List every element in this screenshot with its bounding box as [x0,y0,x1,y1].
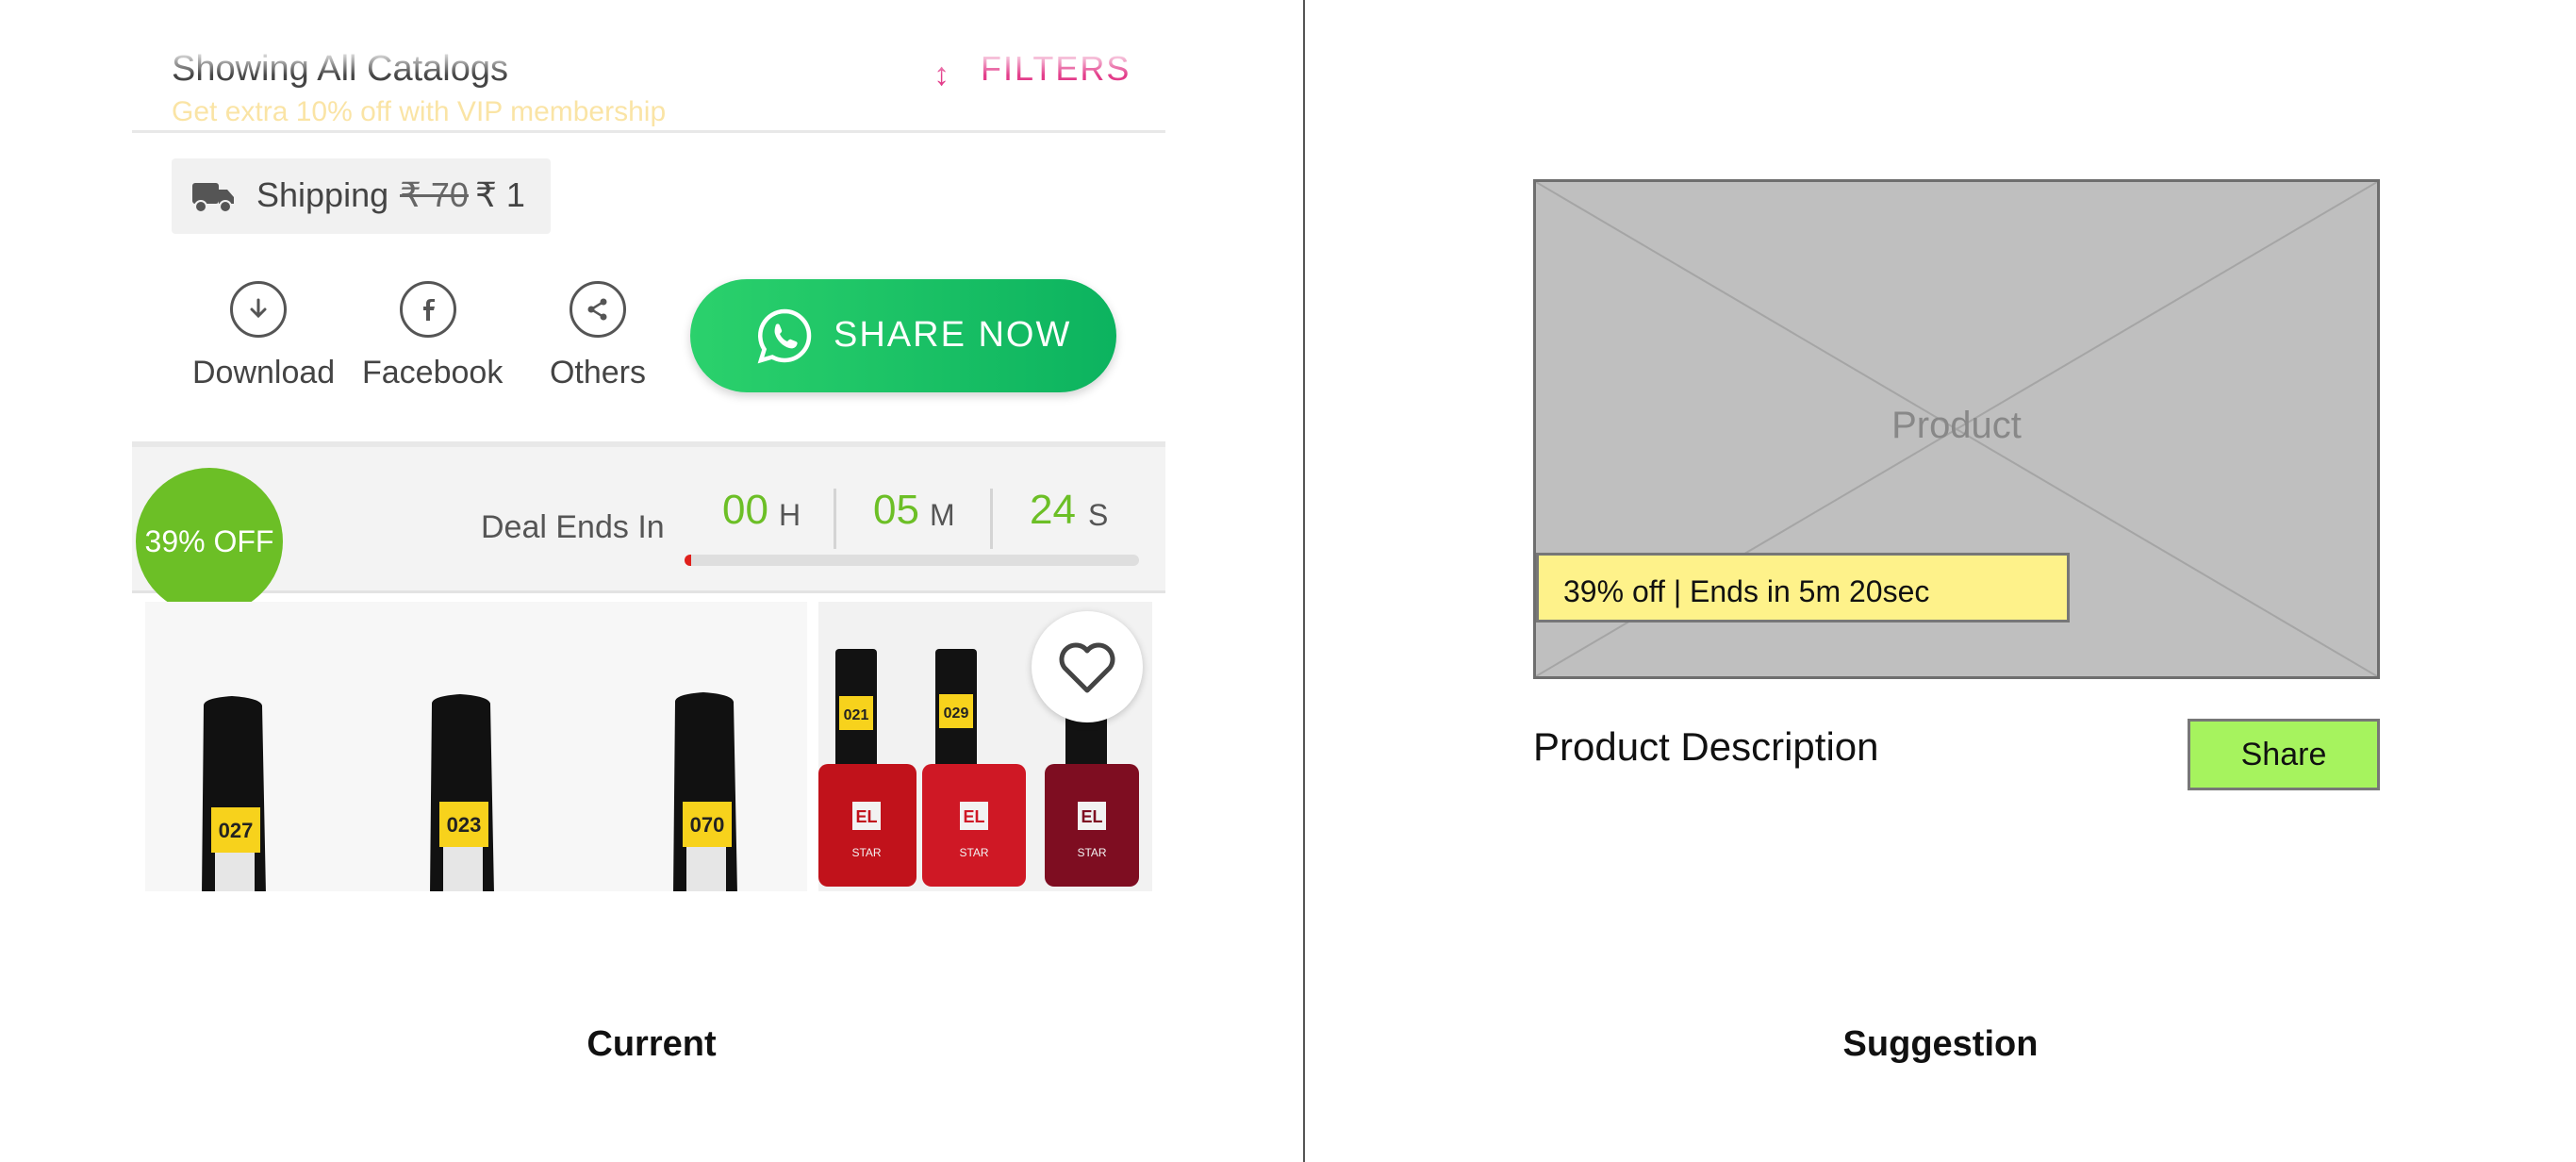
timer-minutes-unit: M [930,498,955,532]
product-image-main[interactable]: 027 023 070 [145,602,807,891]
facebook-button[interactable]: Facebook [362,281,504,391]
discount-badge: 39% OFF [136,468,283,615]
shipping-label: Shipping [256,175,389,214]
bottle-label-3: 070 [690,813,725,837]
share-icon [570,281,626,338]
timer-seconds-unit: S [1088,498,1109,532]
whatsapp-icon [757,308,812,364]
timer-hours-unit: H [779,498,801,532]
current-caption: Current [586,1024,717,1064]
deal-ends-label: Deal Ends In [481,509,665,545]
bottle-label-2: 023 [447,813,482,837]
deal-progress-track [685,555,1139,566]
bottle-label-1: 027 [219,819,254,842]
shipping-chip: Shipping ₹ 70 ₹ 1 [172,158,551,234]
others-label: Others [549,355,647,390]
share-now-label: SHARE NOW [834,315,1072,355]
timer-separator [990,489,993,549]
share-button[interactable]: Share [2188,719,2380,790]
product-description: Product Description [1533,724,1879,769]
wishlist-button[interactable] [1032,611,1143,722]
heart-icon [1059,642,1115,693]
share-button-label: Share [2240,737,2327,772]
brand-label-1: EL [855,807,877,826]
bottle-label-5: 029 [944,706,969,722]
timer-minutes: 05 [873,487,919,533]
others-button[interactable]: Others [532,281,664,391]
vip-banner: Get extra 10% off with VIP membership [172,96,667,127]
deal-progress-fill [685,555,691,566]
facebook-label: Facebook [362,355,504,390]
suggestion-caption: Suggestion [1842,1024,2039,1064]
deal-overlay-label: 39% off | Ends in 5m 20sec [1536,553,2070,622]
catalog-header: Showing All Catalogs ↕ FILTERS Get extra… [132,0,1165,133]
brand-label-2: EL [963,807,984,826]
brand-sub-1: STAR [851,846,881,859]
panel-divider [1303,0,1305,1162]
download-label: Download [192,355,336,390]
bottle-label-4: 021 [844,707,869,723]
facebook-icon [400,281,456,338]
brand-sub-2: STAR [959,846,988,859]
brand-label-3: EL [1081,807,1102,826]
brand-sub-3: STAR [1077,846,1106,859]
timer-separator [834,489,836,549]
download-button[interactable]: Download [192,281,336,391]
timer-seconds: 24 [1030,487,1076,533]
timer-hours: 00 [722,487,768,533]
current-app-screenshot: Showing All Catalogs ↕ FILTERS Get extra… [132,0,1165,891]
scroll-fade [132,0,1165,75]
nail-polish-bottles-image: 027 023 070 [202,692,737,891]
discount-badge-text: 39% OFF [144,524,274,558]
deal-overlay-text: 39% off | Ends in 5m 20sec [1563,574,1930,608]
download-icon [230,281,287,338]
product-placeholder-label: Product [1891,405,2022,446]
deal-timer-bar: Deal Ends In 00 H 05 M 24 S [132,447,1165,593]
truck-icon [192,183,234,213]
shipping-old-price: ₹ 70 [400,175,469,214]
product-wireframe: Product 39% off | Ends in 5m 20sec [1533,179,2380,679]
shipping-new-price: ₹ 1 [475,175,525,214]
share-now-button[interactable]: SHARE NOW [690,279,1116,392]
